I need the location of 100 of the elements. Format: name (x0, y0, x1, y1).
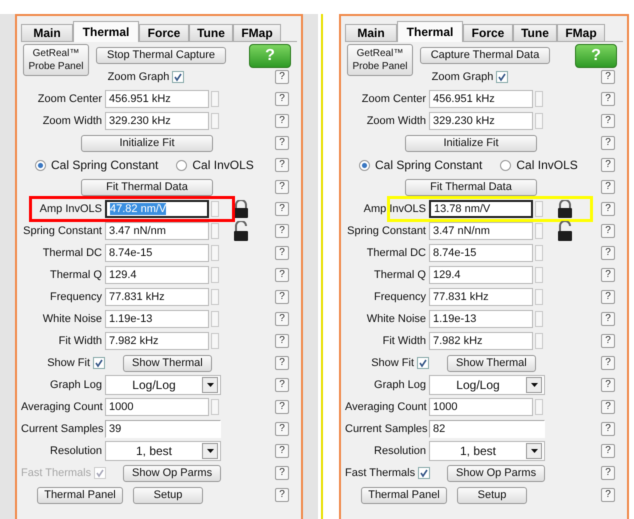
help-button[interactable]: ? (601, 268, 615, 282)
lock-icon[interactable] (557, 200, 573, 218)
help-button[interactable]: ? (275, 312, 289, 326)
checkbox[interactable] (172, 70, 184, 83)
input-field[interactable]: 329.230 kHz (105, 112, 209, 130)
action-button[interactable]: Show Thermal (123, 354, 212, 372)
action-button[interactable]: Setup (457, 486, 527, 504)
help-button[interactable]: ? (601, 400, 615, 414)
input-field[interactable]: 77.831 kHz (105, 288, 209, 306)
help-button[interactable]: ? (275, 114, 289, 128)
help-button[interactable]: ? (601, 92, 615, 106)
input-field[interactable]: 329.230 kHz (429, 112, 533, 130)
input-field[interactable]: 13.78 nm/V (429, 200, 533, 218)
action-button[interactable]: Setup (133, 486, 203, 504)
action-button[interactable]: Initialize Fit (405, 134, 537, 152)
help-button[interactable]: ? (601, 378, 615, 392)
input-field[interactable]: 129.4 (105, 266, 209, 284)
help-button[interactable]: ? (275, 400, 289, 414)
input-field[interactable]: 129.4 (429, 266, 533, 284)
input-field[interactable]: 7.982 kHz (105, 332, 209, 350)
checkbox[interactable] (496, 70, 508, 83)
help-button[interactable]: ? (275, 268, 289, 282)
dropdown[interactable]: 1, best (105, 441, 221, 461)
tab[interactable]: Tune (513, 24, 557, 41)
action-button[interactable]: Fit Thermal Data (405, 178, 537, 196)
help-button[interactable]: ? (275, 136, 289, 150)
dropdown[interactable]: Log/Log (105, 375, 221, 395)
input-field[interactable]: 3.47 nN/nm (429, 222, 533, 240)
unlock-icon[interactable] (557, 221, 573, 241)
tab[interactable]: Force (139, 24, 189, 41)
help-button[interactable]: ? (601, 312, 615, 326)
help-button[interactable]: ? (601, 466, 615, 480)
input-field[interactable]: 456.951 kHz (105, 90, 209, 108)
dropdown[interactable]: Log/Log (429, 375, 545, 395)
help-button[interactable]: ? (275, 92, 289, 106)
tab[interactable]: FMap (557, 24, 605, 41)
help-button[interactable]: ? (601, 444, 615, 458)
help-button[interactable]: ? (601, 202, 615, 216)
dropdown[interactable]: 1, best (429, 441, 545, 461)
tab[interactable]: Thermal (397, 21, 463, 42)
action-button[interactable]: Show Thermal (447, 354, 536, 372)
help-button[interactable]: ? (601, 114, 615, 128)
help-button[interactable]: ? (601, 246, 615, 260)
checkbox[interactable] (417, 356, 429, 369)
capture-button[interactable]: Stop Thermal Capture (96, 47, 226, 64)
probe-panel-button[interactable]: GetReal™ Probe Panel (23, 44, 89, 76)
radio-option[interactable]: Cal Spring Constant (35, 156, 158, 174)
tab[interactable]: Thermal (73, 21, 139, 42)
help-button[interactable]: ? (275, 180, 289, 194)
help-button[interactable]: ? (275, 70, 289, 84)
help-button[interactable]: ? (601, 158, 615, 172)
help-button[interactable]: ? (275, 488, 289, 502)
capture-button[interactable]: Capture Thermal Data (420, 47, 550, 64)
help-button[interactable]: ? (275, 202, 289, 216)
input-field[interactable]: 1.19e-13 (105, 310, 209, 328)
checkbox[interactable] (418, 466, 430, 479)
help-button[interactable]: ? (275, 246, 289, 260)
input-field[interactable]: 3.47 nN/nm (105, 222, 209, 240)
action-button[interactable]: Fit Thermal Data (81, 178, 213, 196)
action-button[interactable]: Thermal Panel (37, 486, 123, 504)
tab[interactable]: Main (21, 24, 73, 41)
action-button[interactable]: Initialize Fit (81, 134, 213, 152)
tab[interactable]: FMap (233, 24, 281, 41)
radio-option[interactable]: Cal InvOLS (176, 156, 254, 174)
input-field[interactable]: 1000 (105, 398, 209, 416)
help-button[interactable]: ? (601, 180, 615, 194)
help-button[interactable]: ? (275, 378, 289, 392)
action-button[interactable]: Thermal Panel (361, 486, 447, 504)
input-field[interactable]: 8.74e-15 (429, 244, 533, 262)
help-button[interactable]: ? (275, 356, 289, 370)
action-button[interactable]: Show Op Parms (447, 464, 546, 482)
input-field[interactable]: 456.951 kHz (429, 90, 533, 108)
help-button[interactable]: ? (275, 290, 289, 304)
unlock-icon[interactable] (233, 221, 249, 241)
help-button[interactable]: ? (601, 70, 615, 84)
tab[interactable]: Tune (189, 24, 233, 41)
input-field[interactable]: 7.982 kHz (429, 332, 533, 350)
help-button[interactable]: ? (601, 136, 615, 150)
help-button[interactable]: ? (275, 444, 289, 458)
help-button[interactable]: ? (601, 422, 615, 436)
probe-panel-button[interactable]: GetReal™ Probe Panel (347, 44, 413, 76)
input-field[interactable]: 1.19e-13 (429, 310, 533, 328)
help-button[interactable]: ? (601, 356, 615, 370)
help-button[interactable]: ? (601, 224, 615, 238)
checkbox[interactable] (93, 356, 105, 369)
radio-option[interactable]: Cal InvOLS (500, 156, 578, 174)
help-button[interactable]: ? (275, 224, 289, 238)
input-field[interactable]: 1000 (429, 398, 533, 416)
help-button[interactable]: ? (601, 488, 615, 502)
input-field[interactable]: 8.74e-15 (105, 244, 209, 262)
help-button[interactable]: ? (275, 334, 289, 348)
help-button[interactable]: ? (275, 422, 289, 436)
tab[interactable]: Main (345, 24, 397, 41)
lock-icon[interactable] (233, 200, 249, 218)
help-button[interactable]: ? (601, 334, 615, 348)
tab[interactable]: Force (463, 24, 513, 41)
radio-option[interactable]: Cal Spring Constant (359, 156, 482, 174)
help-button[interactable]: ? (601, 290, 615, 304)
help-button[interactable]: ? (275, 158, 289, 172)
input-field[interactable]: 77.831 kHz (429, 288, 533, 306)
